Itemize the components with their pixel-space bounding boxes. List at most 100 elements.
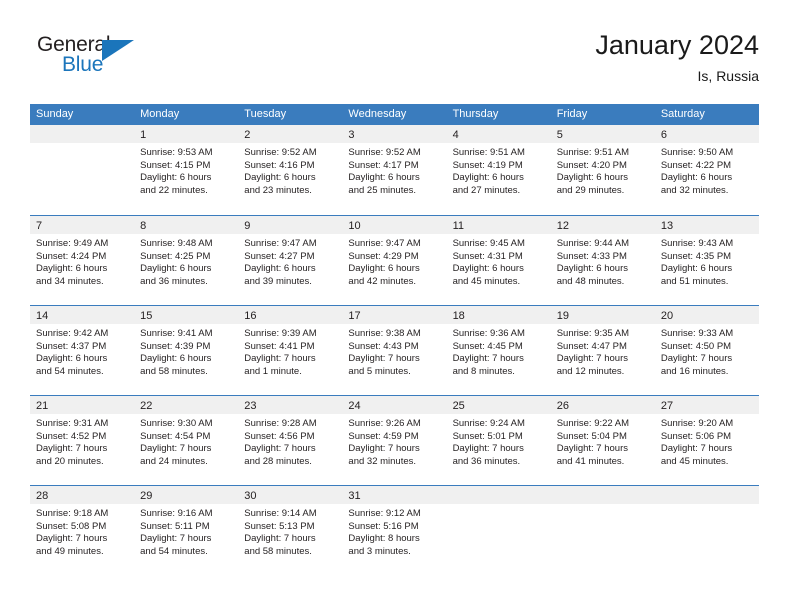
- daylight-text: and 36 minutes.: [140, 275, 208, 287]
- calendar-day-cell[interactable]: 14 Sunrise: 9:42 AM Sunset: 4:37 PM Dayligh…: [30, 306, 135, 395]
- calendar-day-cell[interactable]: 16 Sunrise: 9:39 AM Sunset: 4:41 PM Dayligh…: [238, 306, 343, 395]
- calendar-day-cell[interactable]: 19 Sunrise: 9:35 AM Sunset: 4:47 PM Dayligh…: [550, 306, 655, 395]
- calendar-day-cell[interactable]: 20 Sunrise: 9:33 AM Sunset: 4:50 PM Dayligh…: [654, 306, 759, 395]
- calendar-day-cell[interactable]: 23 Sunrise: 9:28 AM Sunset: 4:56 PM Dayligh…: [238, 396, 343, 485]
- calendar-day-cell[interactable]: 11 Sunrise: 9:45 AM Sunset: 4:31 PM Dayligh…: [446, 216, 551, 305]
- daylight-text: Daylight: 7 hours: [244, 353, 316, 365]
- day-number: 17: [348, 310, 361, 322]
- daylight-text: and 8 minutes.: [452, 365, 515, 377]
- day-sun-info: Sunrise: 9:48 AM Sunset: 4:25 PM Daylight:…: [134, 234, 238, 288]
- calendar-day-cell[interactable]: 31 Sunrise: 9:12 AM Sunset: 5:16 PM Dayligh…: [342, 486, 447, 575]
- calendar-day-cell[interactable]: 25 Sunrise: 9:24 AM Sunset: 5:01 PM Dayligh…: [446, 396, 551, 485]
- calendar-day-cell[interactable]: 24 Sunrise: 9:26 AM Sunset: 4:59 PM Dayligh…: [342, 396, 447, 485]
- day-sun-info: [447, 504, 551, 508]
- daylight-text: Daylight: 6 hours: [244, 263, 316, 275]
- day-number-strip: 13: [654, 216, 759, 234]
- sunset-text: Sunset: 5:04 PM: [556, 430, 627, 442]
- daylight-text: and 54 minutes.: [36, 365, 104, 377]
- calendar-day-cell[interactable]: 2 Sunrise: 9:52 AM Sunset: 4:16 PM Daylight…: [238, 125, 343, 215]
- day-number: 7: [36, 220, 43, 232]
- day-number: 19: [556, 310, 569, 322]
- calendar-day-cell[interactable]: 9 Sunrise: 9:47 AM Sunset: 4:27 PM Daylight…: [238, 216, 343, 305]
- calendar-day-cell[interactable]: 7 Sunrise: 9:49 AM Sunset: 4:24 PM Daylight…: [30, 216, 135, 305]
- daylight-text: and 36 minutes.: [452, 455, 521, 467]
- calendar-day-cell[interactable]: 6 Sunrise: 9:50 AM Sunset: 4:22 PM Daylight…: [654, 125, 759, 215]
- daylight-text: and 3 minutes.: [348, 545, 411, 557]
- day-number-strip: [654, 486, 759, 504]
- day-number-strip: 6: [654, 125, 759, 143]
- calendar-day-cell[interactable]: 28 Sunrise: 9:18 AM Sunset: 5:08 PM Dayligh…: [30, 486, 135, 575]
- sunset-text: Sunset: 4:35 PM: [660, 250, 732, 262]
- day-number-strip: 12: [550, 216, 655, 234]
- sunset-text: Sunset: 5:16 PM: [348, 520, 419, 532]
- calendar-day-cell[interactable]: 3 Sunrise: 9:52 AM Sunset: 4:17 PM Daylight…: [342, 125, 447, 215]
- day-number-strip: 26: [550, 396, 655, 414]
- sunset-text: Sunset: 5:08 PM: [36, 520, 107, 532]
- sunset-text: Sunset: 4:59 PM: [348, 430, 419, 442]
- sunrise-text: Sunrise: 9:36 AM: [452, 328, 525, 339]
- sunset-text: Sunset: 4:29 PM: [348, 250, 419, 262]
- calendar-day-cell[interactable]: 21 Sunrise: 9:31 AM Sunset: 4:52 PM Dayligh…: [30, 396, 135, 485]
- day-sun-info: Sunrise: 9:52 AM Sunset: 4:17 PM Daylight:…: [342, 143, 446, 197]
- location-subtitle: Is, Russia: [697, 68, 759, 84]
- daylight-text: and 42 minutes.: [348, 275, 417, 287]
- calendar-day-cell[interactable]: 22 Sunrise: 9:30 AM Sunset: 4:54 PM Dayligh…: [134, 396, 239, 485]
- daylight-text: and 1 minute.: [244, 365, 302, 377]
- calendar-day-cell[interactable]: 8 Sunrise: 9:48 AM Sunset: 4:25 PM Daylight…: [134, 216, 239, 305]
- page-header: General Blue January 2024 Is, Russia: [30, 28, 759, 98]
- sunset-text: Sunset: 4:47 PM: [556, 340, 627, 352]
- sunrise-text: Sunrise: 9:42 AM: [36, 328, 109, 339]
- sunrise-text: Sunrise: 9:16 AM: [140, 508, 213, 519]
- sunrise-text: Sunrise: 9:26 AM: [348, 418, 421, 429]
- weekday-header-wednesday: Wednesday: [348, 108, 407, 120]
- calendar-day-cell[interactable]: 10 Sunrise: 9:47 AM Sunset: 4:29 PM Dayligh…: [342, 216, 447, 305]
- calendar-day-cell[interactable]: 5 Sunrise: 9:51 AM Sunset: 4:20 PM Daylight…: [550, 125, 655, 215]
- calendar-day-cell[interactable]: 30 Sunrise: 9:14 AM Sunset: 5:13 PM Dayligh…: [238, 486, 343, 575]
- sunset-text: Sunset: 4:33 PM: [556, 250, 627, 262]
- day-sun-info: Sunrise: 9:14 AM Sunset: 5:13 PM Daylight:…: [238, 504, 342, 558]
- calendar-day-cell[interactable]: 4 Sunrise: 9:51 AM Sunset: 4:19 PM Daylight…: [446, 125, 551, 215]
- calendar-day-cell[interactable]: 29 Sunrise: 9:16 AM Sunset: 5:11 PM Dayligh…: [134, 486, 239, 575]
- daylight-text: Daylight: 6 hours: [660, 172, 733, 184]
- daylight-text: and 22 minutes.: [140, 184, 208, 196]
- day-number-strip: 16: [238, 306, 343, 324]
- day-number-strip: 29: [134, 486, 239, 504]
- day-sun-info: Sunrise: 9:42 AM Sunset: 4:37 PM Daylight:…: [30, 324, 134, 378]
- calendar-day-cell[interactable]: 18 Sunrise: 9:36 AM Sunset: 4:45 PM Dayligh…: [446, 306, 551, 395]
- calendar-day-cell[interactable]: 15 Sunrise: 9:41 AM Sunset: 4:39 PM Dayligh…: [134, 306, 239, 395]
- day-sun-info: [655, 504, 759, 508]
- calendar-day-cell[interactable]: 1 Sunrise: 9:53 AM Sunset: 4:15 PM Daylight…: [134, 125, 239, 215]
- day-number-strip: 3: [342, 125, 447, 143]
- calendar-day-cell[interactable]: 27 Sunrise: 9:20 AM Sunset: 5:06 PM Dayligh…: [654, 396, 759, 485]
- sunset-text: Sunset: 4:56 PM: [244, 430, 315, 442]
- sunrise-text: Sunrise: 9:47 AM: [244, 238, 317, 249]
- day-number: 8: [140, 220, 147, 232]
- day-number: 29: [140, 490, 153, 502]
- calendar-day-cell[interactable]: 13 Sunrise: 9:43 AM Sunset: 4:35 PM Dayligh…: [654, 216, 759, 305]
- calendar-day-cell[interactable]: 17 Sunrise: 9:38 AM Sunset: 4:43 PM Dayligh…: [342, 306, 447, 395]
- calendar-week-row: 7 Sunrise: 9:49 AM Sunset: 4:24 PM Daylight…: [30, 215, 759, 305]
- day-number-strip: 10: [342, 216, 447, 234]
- sunrise-text: Sunrise: 9:18 AM: [36, 508, 109, 519]
- day-number-strip: 24: [342, 396, 447, 414]
- sunrise-text: Sunrise: 9:14 AM: [244, 508, 317, 519]
- calendar-day-cell[interactable]: 26 Sunrise: 9:22 AM Sunset: 5:04 PM Dayligh…: [550, 396, 655, 485]
- daylight-text: and 32 minutes.: [348, 455, 417, 467]
- calendar-week-row: 1 Sunrise: 9:53 AM Sunset: 4:15 PM Daylight…: [30, 125, 759, 215]
- daylight-text: and 27 minutes.: [452, 184, 521, 196]
- calendar-day-cell-empty: [654, 486, 759, 575]
- day-sun-info: Sunrise: 9:35 AM Sunset: 4:47 PM Daylight:…: [551, 324, 655, 378]
- day-number: 31: [348, 490, 361, 502]
- daylight-text: and 28 minutes.: [244, 455, 312, 467]
- day-number: 15: [140, 310, 153, 322]
- daylight-text: Daylight: 7 hours: [660, 443, 733, 455]
- sunrise-text: Sunrise: 9:20 AM: [660, 418, 734, 429]
- day-number: 3: [348, 129, 355, 141]
- general-blue-logo[interactable]: General Blue: [30, 33, 210, 89]
- daylight-text: Daylight: 6 hours: [348, 263, 420, 275]
- calendar-day-cell[interactable]: 12 Sunrise: 9:44 AM Sunset: 4:33 PM Dayligh…: [550, 216, 655, 305]
- daylight-text: Daylight: 7 hours: [556, 353, 628, 365]
- sunrise-text: Sunrise: 9:22 AM: [556, 418, 630, 429]
- sunrise-text: Sunrise: 9:50 AM: [660, 147, 734, 158]
- daylight-text: and 34 minutes.: [36, 275, 104, 287]
